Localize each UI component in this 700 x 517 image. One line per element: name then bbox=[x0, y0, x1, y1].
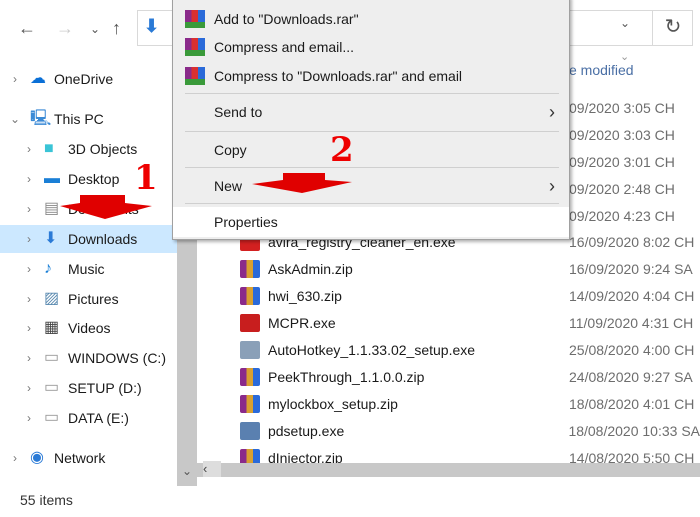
annotation-arrow-1 bbox=[60, 195, 152, 219]
annotation-label-2: 2 bbox=[330, 130, 354, 170]
annotation-overlay bbox=[60, 173, 352, 219]
annotation-label-1: 1 bbox=[134, 158, 158, 198]
annotation-arrow-2 bbox=[252, 173, 352, 193]
